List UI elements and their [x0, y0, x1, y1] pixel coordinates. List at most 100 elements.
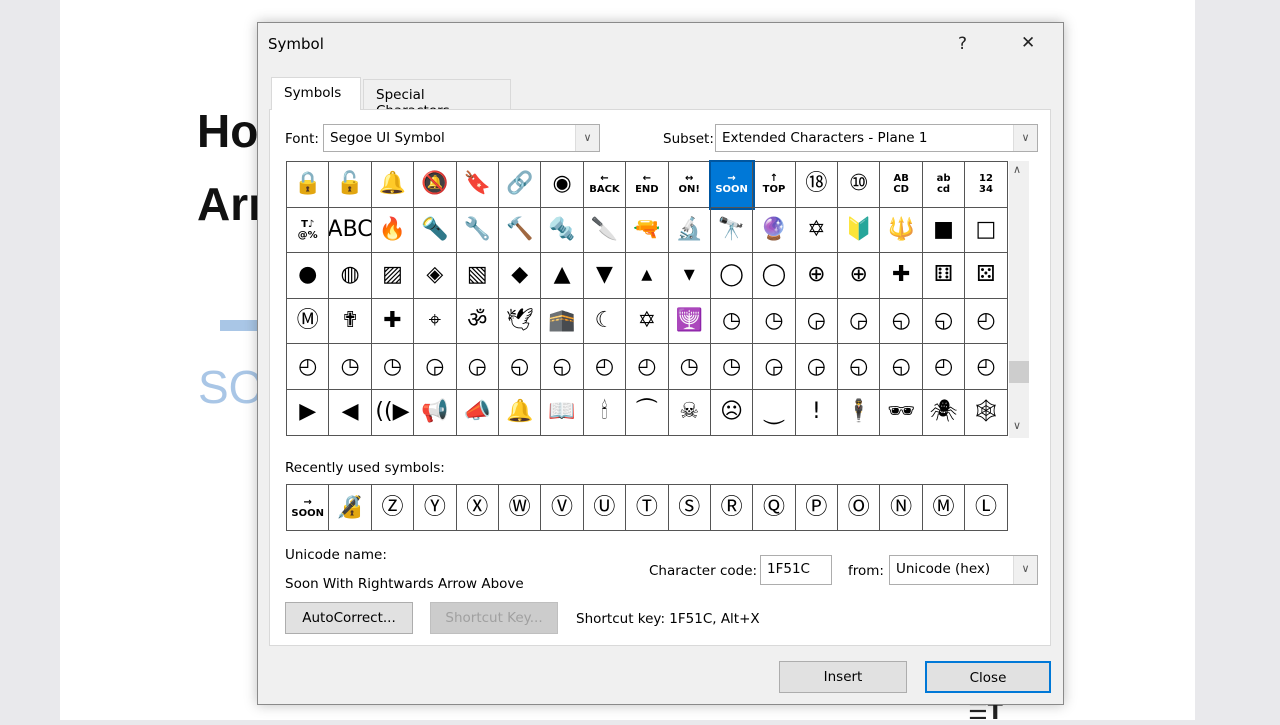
symbol-cell[interactable]: ⚅ — [922, 253, 966, 299]
symbol-cell[interactable]: ((▶ — [371, 389, 415, 436]
symbol-cell[interactable]: ◵ — [880, 298, 923, 345]
symbol-cell[interactable]: ☹ — [710, 389, 754, 436]
symbol-cell[interactable]: ◯ — [710, 253, 754, 299]
symbol-cell[interactable]: 🕎 — [668, 298, 711, 345]
symbol-cell[interactable]: 📢 — [414, 389, 457, 436]
symbol-cell[interactable]: ✡ — [626, 298, 669, 345]
symbol-cell[interactable]: ◷ — [753, 298, 796, 345]
symbol-cell[interactable]: ▧ — [456, 253, 499, 299]
symbol-cell[interactable]: ☠ — [668, 389, 711, 436]
symbol-cell[interactable]: ◵ — [498, 344, 542, 390]
symbol-cell[interactable]: ⌖ — [414, 298, 457, 345]
symbol-cell[interactable]: ▴ — [626, 253, 669, 299]
symbol-cell[interactable]: ◷ — [710, 344, 754, 390]
symbol-cell[interactable]: ● — [287, 253, 330, 299]
symbol-cell[interactable]: 📣 — [456, 389, 499, 436]
symbol-cell[interactable]: AB CD — [880, 162, 923, 208]
symbol-cell[interactable]: ◴ — [922, 344, 966, 390]
recent-symbol[interactable]: Ⓣ — [626, 485, 669, 530]
symbol-cell[interactable]: 📖 — [541, 389, 584, 436]
recent-symbol[interactable]: Ⓝ — [880, 485, 923, 530]
symbol-cell[interactable]: 🕴 — [838, 389, 881, 436]
symbol-cell[interactable]: ■ — [922, 207, 966, 254]
char-code-input[interactable]: 1F51C — [760, 555, 832, 585]
insert-button[interactable]: Insert — [779, 661, 907, 693]
symbol-cell[interactable]: ▼ — [583, 253, 627, 299]
symbol-cell[interactable]: 🔖 — [456, 162, 499, 208]
from-select[interactable]: Unicode (hex) ∨ — [889, 555, 1038, 585]
symbol-cell[interactable]: 12 34 — [965, 162, 1008, 208]
symbol-cell[interactable]: 🔮 — [753, 207, 796, 254]
symbol-cell[interactable]: 🔫 — [626, 207, 669, 254]
scrollbar-thumb[interactable] — [1009, 361, 1029, 383]
symbol-cell[interactable]: 🔬 — [668, 207, 711, 254]
recent-symbol[interactable]: Ⓠ — [753, 485, 796, 530]
symbol-cell[interactable]: ◯ — [753, 253, 796, 299]
symbol-cell[interactable]: ABC — [329, 207, 372, 254]
recent-symbol[interactable]: Ⓦ — [499, 485, 542, 530]
autocorrect-button[interactable]: AutoCorrect... — [285, 602, 413, 634]
symbol-cell[interactable]: ◷ — [371, 344, 415, 390]
recent-symbol[interactable]: 🔏 — [329, 485, 372, 530]
recent-symbol[interactable]: Ⓩ — [372, 485, 415, 530]
symbol-cell[interactable]: ⏜ — [626, 389, 669, 436]
symbol-cell[interactable]: ◵ — [880, 344, 923, 390]
symbol-cell[interactable]: ← BACK — [583, 162, 627, 208]
symbol-cell[interactable]: 🔔 — [498, 389, 542, 436]
symbol-cell[interactable]: 🔱 — [880, 207, 923, 254]
symbol-cell[interactable]: ◈ — [414, 253, 457, 299]
symbol-cell[interactable]: ◍ — [329, 253, 372, 299]
symbol-cell[interactable]: 🔩 — [541, 207, 584, 254]
symbol-cell[interactable]: 🔓 — [329, 162, 372, 208]
recent-symbol[interactable]: Ⓛ — [965, 485, 1008, 530]
symbol-cell[interactable]: ◶ — [414, 344, 457, 390]
scroll-up-icon[interactable]: ∧ — [1013, 163, 1021, 176]
symbol-cell[interactable]: 🔔 — [371, 162, 415, 208]
symbol-cell[interactable]: ◴ — [287, 344, 330, 390]
symbol-cell[interactable]: ab cd — [922, 162, 966, 208]
symbol-cell[interactable]: ⊕ — [795, 253, 839, 299]
tab-special-characters[interactable]: Special Characters — [363, 79, 511, 119]
symbol-cell[interactable]: ◶ — [795, 298, 839, 345]
symbol-cell[interactable]: 🕊 — [498, 298, 542, 345]
symbol-cell[interactable]: ◵ — [922, 298, 966, 345]
symbol-cell[interactable]: ✟ — [329, 298, 372, 345]
shortcut-key-button[interactable]: Shortcut Key... — [430, 602, 558, 634]
subset-select[interactable]: Extended Characters - Plane 1 ∨ — [715, 124, 1038, 152]
symbol-cell[interactable]: → SOON — [708, 160, 756, 210]
symbol-cell[interactable]: T♪ @% — [287, 207, 330, 254]
symbol-cell[interactable]: 🔥 — [371, 207, 415, 254]
symbol-cell[interactable]: ◵ — [838, 344, 881, 390]
symbol-cell[interactable]: 🔒 — [287, 162, 330, 208]
symbol-cell[interactable]: ◵ — [541, 344, 584, 390]
symbol-cell[interactable]: ! — [795, 389, 839, 436]
close-button[interactable]: Close — [925, 661, 1051, 693]
symbol-cell[interactable]: ⊕ — [838, 253, 881, 299]
symbol-cell[interactable]: ◴ — [965, 344, 1008, 390]
recent-symbol[interactable]: → SOON — [287, 485, 330, 530]
symbol-cell[interactable]: ◷ — [668, 344, 711, 390]
symbol-cell[interactable]: Ⓜ — [287, 298, 330, 345]
symbol-cell[interactable]: ⚄ — [965, 253, 1008, 299]
symbol-cell[interactable]: 🔰 — [838, 207, 881, 254]
symbol-cell[interactable]: ◶ — [753, 344, 796, 390]
symbol-cell[interactable]: ॐ — [456, 298, 499, 345]
recent-symbol[interactable]: Ⓞ — [838, 485, 881, 530]
recent-symbol[interactable]: Ⓟ — [796, 485, 839, 530]
symbol-cell[interactable]: ✚ — [371, 298, 415, 345]
symbol-cell[interactable]: ☾ — [583, 298, 627, 345]
symbol-cell[interactable]: 🔦 — [414, 207, 457, 254]
recent-symbol[interactable]: Ⓡ — [711, 485, 754, 530]
symbol-cell[interactable]: 🕸 — [965, 389, 1008, 436]
symbol-cell[interactable]: ◷ — [329, 344, 372, 390]
symbol-cell[interactable]: 🔭 — [710, 207, 754, 254]
symbol-cell[interactable]: 🕯 — [583, 389, 627, 436]
symbol-cell[interactable]: ▲ — [541, 253, 584, 299]
symbol-cell[interactable]: 🕋 — [541, 298, 584, 345]
symbol-cell[interactable]: ◆ — [498, 253, 542, 299]
symbol-cell[interactable]: ← END — [626, 162, 669, 208]
tab-symbols[interactable]: Symbols — [271, 77, 361, 110]
symbol-cell[interactable]: ◷ — [710, 298, 754, 345]
symbol-cell[interactable]: ✡ — [795, 207, 839, 254]
symbol-cell[interactable]: ✚ — [880, 253, 923, 299]
